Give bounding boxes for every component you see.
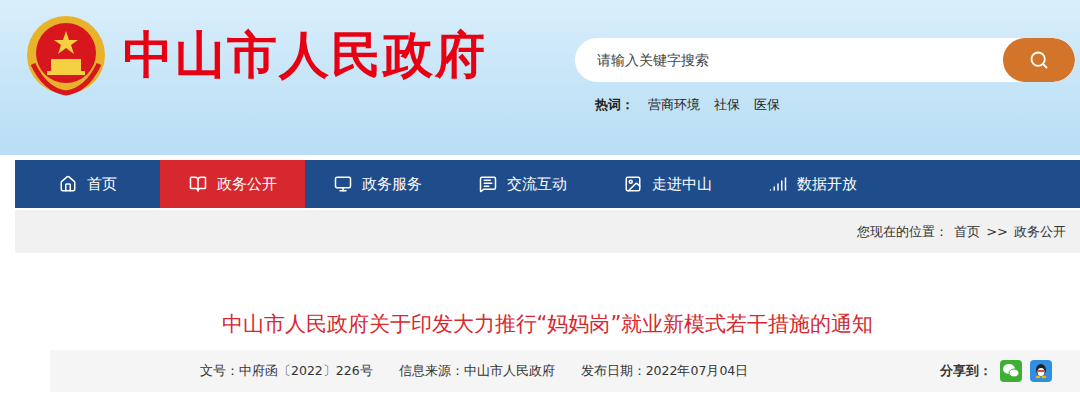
search-area: 热词： 营商环境社保医保 (575, 0, 1075, 114)
meta-item: 信息来源：中山市人民政府 (399, 363, 555, 380)
title-area: 中山市人民政府关于印发大力推行“妈妈岗”就业新模式若干措施的通知 (15, 253, 1080, 350)
nav-label: 走进中山 (652, 175, 712, 194)
nav-item[interactable]: 政务服务 (305, 160, 450, 208)
page: 中山市人民政府热词：营商环境社保医保首页政务公开政务服务交流互动走进中山数据开放… (0, 0, 1080, 407)
share: 分享到： (940, 360, 1080, 382)
hot-word[interactable]: 医保 (754, 96, 780, 114)
nav-bar: 首页 政务公开 政务服务 交流互动 走进中山 数据开放 (15, 160, 1080, 208)
home-icon (59, 175, 77, 193)
breadcrumb: 您现在的位置： 首页 >> 政务公开 (15, 210, 1080, 253)
breadcrumb-item[interactable]: 首页 (954, 223, 980, 241)
nav-label: 交流互动 (507, 175, 567, 194)
monitor-icon (334, 175, 352, 193)
search-input[interactable] (575, 52, 1003, 68)
article-title: 中山市人民政府关于印发大力推行“妈妈岗”就业新模式若干措施的通知 (222, 310, 874, 338)
breadcrumb-separator: >> (986, 224, 1008, 239)
meta-item: 文号：中府函〔2022〕226号 (200, 363, 373, 380)
nav-label: 政务公开 (217, 175, 277, 194)
main: 首页政务公开政务服务交流互动走进中山数据开放您现在的位置：首页>>政务公开中山市… (15, 160, 1080, 407)
nav-item[interactable]: 走进中山 (595, 160, 740, 208)
share-label: 分享到： (940, 363, 992, 380)
picture-icon (624, 175, 642, 193)
bar-chart-icon (769, 175, 787, 193)
breadcrumb-item[interactable]: 政务公开 (1014, 223, 1066, 241)
nav-item[interactable]: 交流互动 (450, 160, 595, 208)
book-icon (189, 175, 207, 193)
wechat-icon[interactable] (1000, 360, 1022, 382)
hot-words: 热词： 营商环境社保医保 (575, 96, 1075, 114)
hot-words-label: 热词： (595, 96, 634, 114)
hot-word[interactable]: 营商环境 (648, 96, 700, 114)
breadcrumb-label: 您现在的位置： (857, 223, 948, 241)
national-emblem-icon (25, 14, 107, 96)
chat-icon (479, 175, 497, 193)
brand: 中山市人民政府 (25, 0, 487, 96)
nav-item[interactable]: 首页 (15, 160, 160, 208)
meta-row: 文号：中府函〔2022〕226号 信息来源：中山市人民政府 发布日期：2022年07… (50, 350, 1080, 392)
nav-label: 首页 (87, 175, 117, 194)
qq-icon[interactable] (1030, 360, 1052, 382)
site-title: 中山市人民政府 (123, 22, 487, 89)
nav-item[interactable]: 政务公开 (160, 160, 305, 208)
header: 中山市人民政府热词： 营商环境社保医保 (0, 0, 1080, 155)
search-box (575, 38, 1075, 82)
meta-item: 发布日期：2022年07月04日 (581, 363, 749, 380)
nav-item[interactable]: 数据开放 (740, 160, 885, 208)
search-icon (1029, 50, 1049, 70)
hot-word[interactable]: 社保 (714, 96, 740, 114)
meta-group: 文号：中府函〔2022〕226号 信息来源：中山市人民政府 发布日期：2022年07… (200, 363, 748, 380)
search-button[interactable] (1003, 38, 1075, 82)
nav-label: 政务服务 (362, 175, 422, 194)
nav-label: 数据开放 (797, 175, 857, 194)
